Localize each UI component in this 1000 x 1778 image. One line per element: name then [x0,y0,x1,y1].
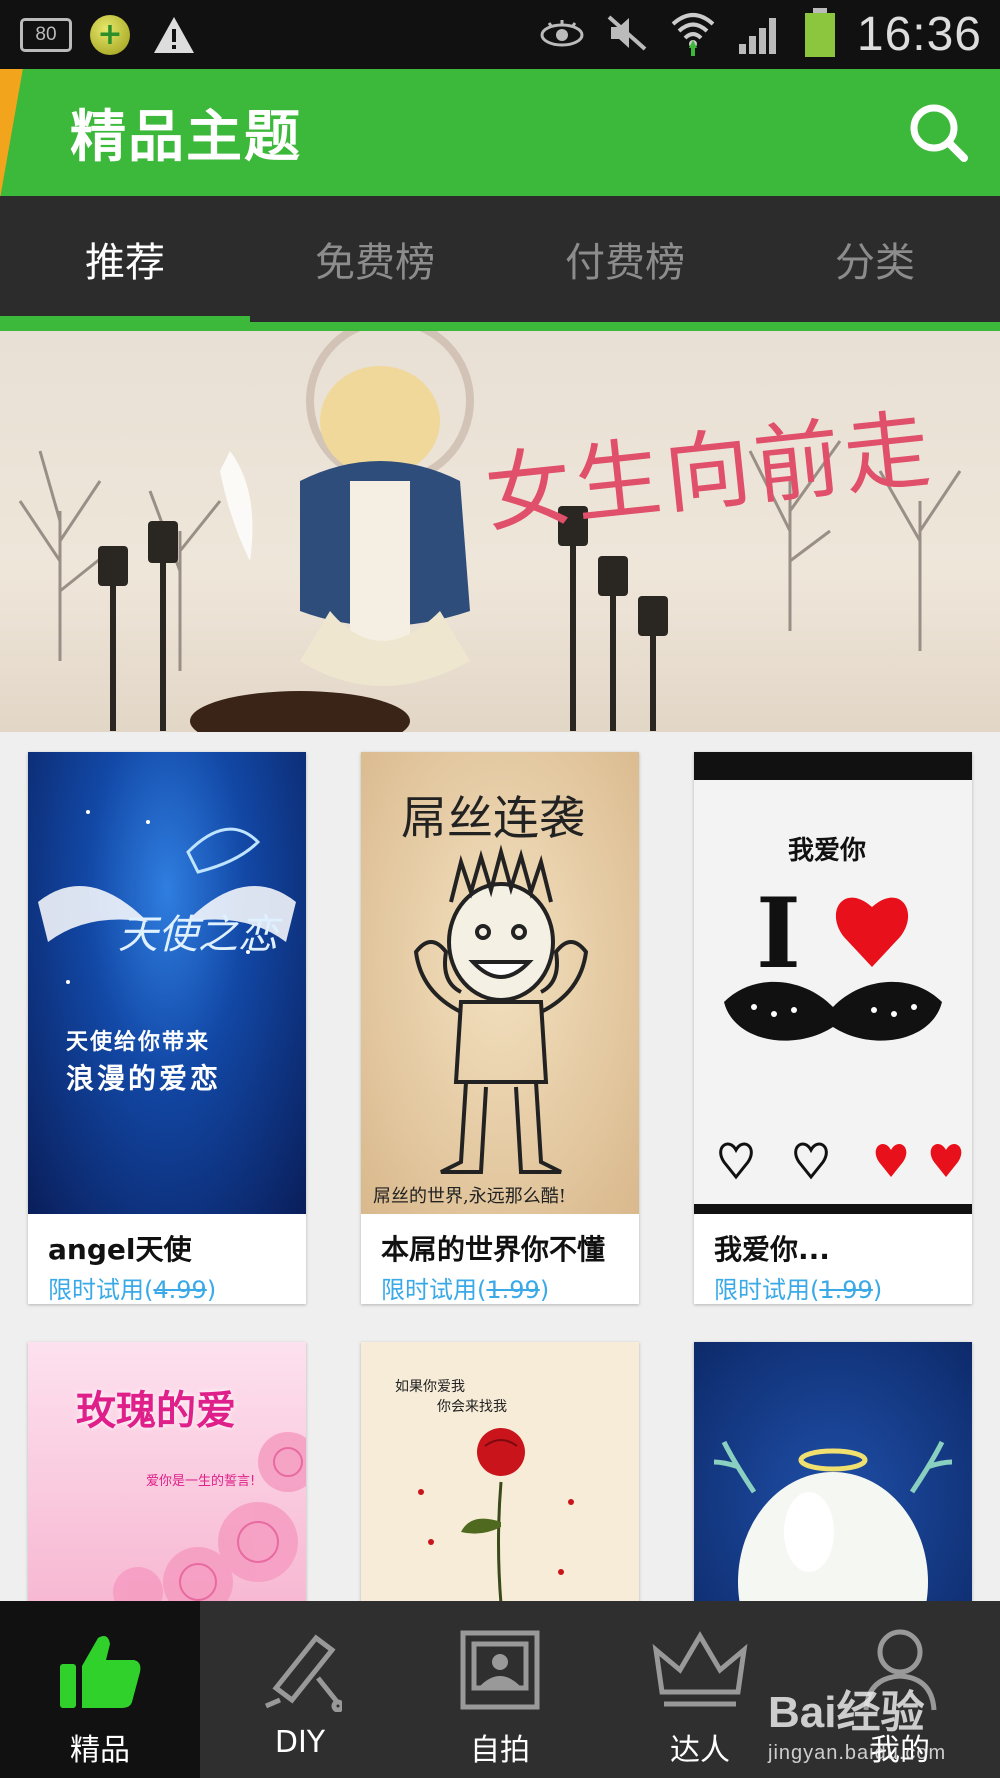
original-price: 1.99 [486,1276,540,1304]
wifi-icon [669,10,717,60]
search-icon [910,104,968,162]
tab-free-ranking[interactable]: 免费榜 [250,196,500,322]
thumbs-up-icon [50,1625,150,1715]
security-app-icon: + [90,0,130,69]
nav-diy[interactable]: DIY [200,1601,400,1778]
theme-thumbnail: 天使之恋 天使给你带来 浪漫的爱恋 [28,752,306,1214]
theme-card[interactable]: 天使之恋 天使给你带来 浪漫的爱恋 angel天使 限时试用(4.99) [28,752,306,1304]
thumb-subtitle: 天使给你带来 [66,1030,211,1055]
nav-label: 自拍 [470,1733,530,1768]
nav-label: 精品 [70,1733,130,1768]
warning-icon [152,0,196,69]
tab-paid-ranking[interactable]: 付费榜 [500,196,750,322]
theme-name: 我爱你... [714,1233,830,1266]
tab-categories[interactable]: 分类 [750,196,1000,322]
roses-illustration [113,1432,306,1604]
theme-thumbnail: 玫瑰的爱 爱你是一生的誓言! [28,1342,306,1604]
nav-featured[interactable]: 精品 [0,1601,200,1778]
header-accent-stripe [0,69,34,196]
picture-frame-icon [450,1625,550,1715]
theme-card[interactable] [694,1342,972,1604]
theme-card[interactable]: 玫瑰的爱 爱你是一生的誓言! [28,1342,306,1604]
eye-icon [539,18,585,52]
app-header: 精品主题 [0,69,1000,196]
crown-icon [650,1625,750,1715]
price-suffix: ) [206,1276,217,1304]
mute-icon [605,13,649,57]
price-prefix: 限时试用( [48,1276,154,1304]
bottom-navigation: 精品 DIY 自拍 达人 我的 [0,1601,1000,1778]
theme-name: 本屌的世界你不懂 [381,1233,606,1266]
nav-label: DIY [274,1725,326,1760]
tab-bar: 推荐 免费榜 付费榜 分类 [0,196,1000,322]
original-price: 1.99 [819,1276,873,1304]
thumb-tagline: 浪漫的爱恋 [66,1062,222,1095]
theme-thumbnail: 屌丝连袭 屌丝的世界,永远那么酷! [361,752,639,1214]
heart-mustache-illustration [694,897,972,1214]
theme-price: 限时试用(1.99) [381,1270,549,1305]
tab-recommended[interactable]: 推荐 [0,196,250,322]
rose-illustration [418,1428,574,1604]
angel-wings-illustration [38,810,296,984]
price-suffix: ) [539,1276,550,1304]
theme-price: 限时试用(4.99) [48,1270,216,1305]
nav-label: 我的 [870,1733,930,1768]
angel-egg-illustration [713,1440,953,1604]
theme-thumbnail: 如果你爱我 你会来找我 [361,1342,639,1604]
signal-strength-icon [737,12,783,58]
theme-card[interactable]: 如果你爱我 你会来找我 [361,1342,639,1604]
theme-thumbnail: 我爱你 I [694,752,972,1214]
thumb-title: 天使之恋 [118,912,278,958]
status-bar: 80 + 16:36 [0,0,1000,69]
nav-mine[interactable]: 我的 [800,1601,1000,1778]
theme-card[interactable]: 屌丝连袭 屌丝的世界,永远那么酷! 本屌的世界你不懂 限时试用(1.99) [361,752,639,1304]
price-suffix: ) [872,1276,883,1304]
search-button[interactable] [906,100,970,164]
theme-name: angel天使 [48,1233,192,1266]
nav-label: 达人 [670,1733,730,1768]
paint-roller-icon [250,1625,350,1715]
active-tab-indicator [0,316,250,324]
price-prefix: 限时试用( [714,1276,820,1304]
theme-price: 限时试用(1.99) [714,1270,882,1305]
theme-thumbnail [694,1342,972,1604]
thumb-caption: 屌丝的世界,永远那么酷! [373,1186,566,1207]
nav-experts[interactable]: 达人 [600,1601,800,1778]
strong-man-illustration [413,844,589,1174]
theme-card[interactable]: 我爱你 I 我爱你... 限时试用(1.99) [694,752,972,1304]
page-title: 精品主题 [70,105,302,170]
price-prefix: 限时试用( [381,1276,487,1304]
original-price: 4.99 [153,1276,207,1304]
clock: 16:36 [856,8,982,61]
nav-selfie[interactable]: 自拍 [400,1601,600,1778]
battery-icon [803,7,837,62]
person-icon [850,1625,950,1715]
battery-level-indicator: 80 [20,0,72,69]
battery-level-label: 80 [20,17,72,52]
